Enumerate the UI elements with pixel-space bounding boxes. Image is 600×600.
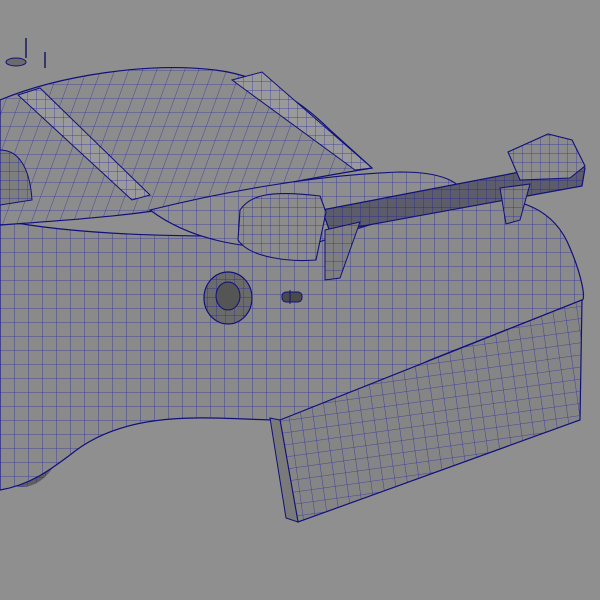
- fuel-filler-cap: [203, 271, 253, 325]
- antenna: [5, 38, 46, 68]
- tail-pipe: [281, 290, 303, 304]
- car-wireframe-render: [0, 38, 586, 523]
- 3d-viewport[interactable]: [0, 0, 600, 600]
